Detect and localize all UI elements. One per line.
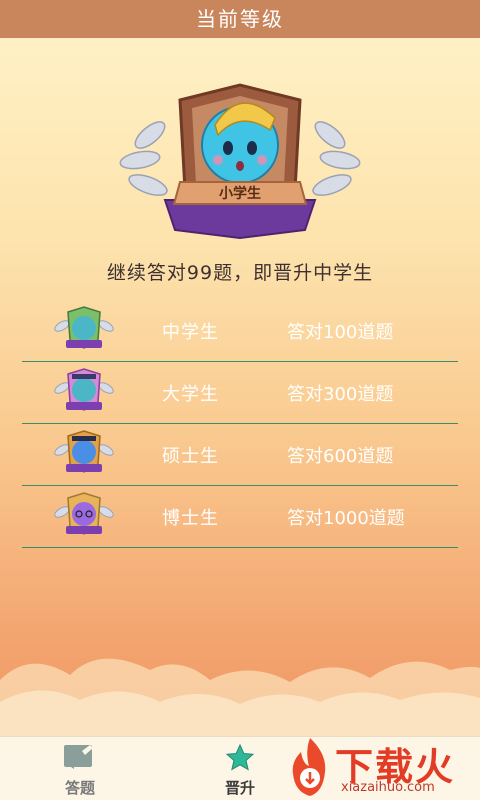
- list-item: 硕士生 答对600道题: [22, 424, 458, 486]
- watermark-subtitle: xiazaihuo.com: [341, 780, 435, 795]
- watermark-logo: 下载火 xiazaihuo.com: [283, 736, 480, 800]
- current-level-badge: 小学生: [110, 80, 370, 240]
- level-requirement: 答对600道题: [287, 446, 394, 467]
- masters-badge-icon: [54, 430, 114, 473]
- level-list: 中学生 答对100道题 大学生 答对300道题 硕士生 答对600道题 博士生 …: [22, 300, 458, 548]
- badge-label: 小学生: [219, 186, 261, 202]
- level-name: 硕士生: [162, 446, 219, 467]
- middle-school-badge-icon: [54, 306, 114, 349]
- list-item: 中学生 答对100道题: [22, 300, 458, 362]
- flame-logo-icon: [292, 738, 326, 796]
- level-requirement: 答对1000道题: [287, 508, 405, 529]
- cloud-decoration: [0, 658, 480, 740]
- level-requirement: 答对100道题: [287, 322, 394, 343]
- star-icon: [225, 743, 255, 771]
- doctoral-badge-icon: [54, 492, 114, 535]
- college-badge-icon: [54, 368, 114, 411]
- page-title: 当前等级: [196, 7, 284, 31]
- promotion-progress-text: 继续答对99题，即晋升中学生: [106, 262, 374, 284]
- tab-answer[interactable]: 答题: [40, 737, 120, 800]
- level-name: 大学生: [162, 384, 219, 405]
- list-item: 大学生 答对300道题: [22, 362, 458, 424]
- level-requirement: 答对300道题: [287, 384, 394, 405]
- tab-upgrade-label: 晋升: [224, 779, 255, 797]
- list-item: 博士生 答对1000道题: [22, 486, 458, 548]
- badge-emblem-icon: [119, 83, 361, 240]
- level-name: 博士生: [162, 508, 219, 529]
- tab-answer-label: 答题: [64, 779, 95, 797]
- tab-upgrade[interactable]: 晋升: [195, 737, 285, 800]
- page-title-bar: 当前等级: [0, 0, 480, 38]
- pencil-note-icon: [64, 745, 93, 769]
- level-name: 中学生: [162, 322, 219, 343]
